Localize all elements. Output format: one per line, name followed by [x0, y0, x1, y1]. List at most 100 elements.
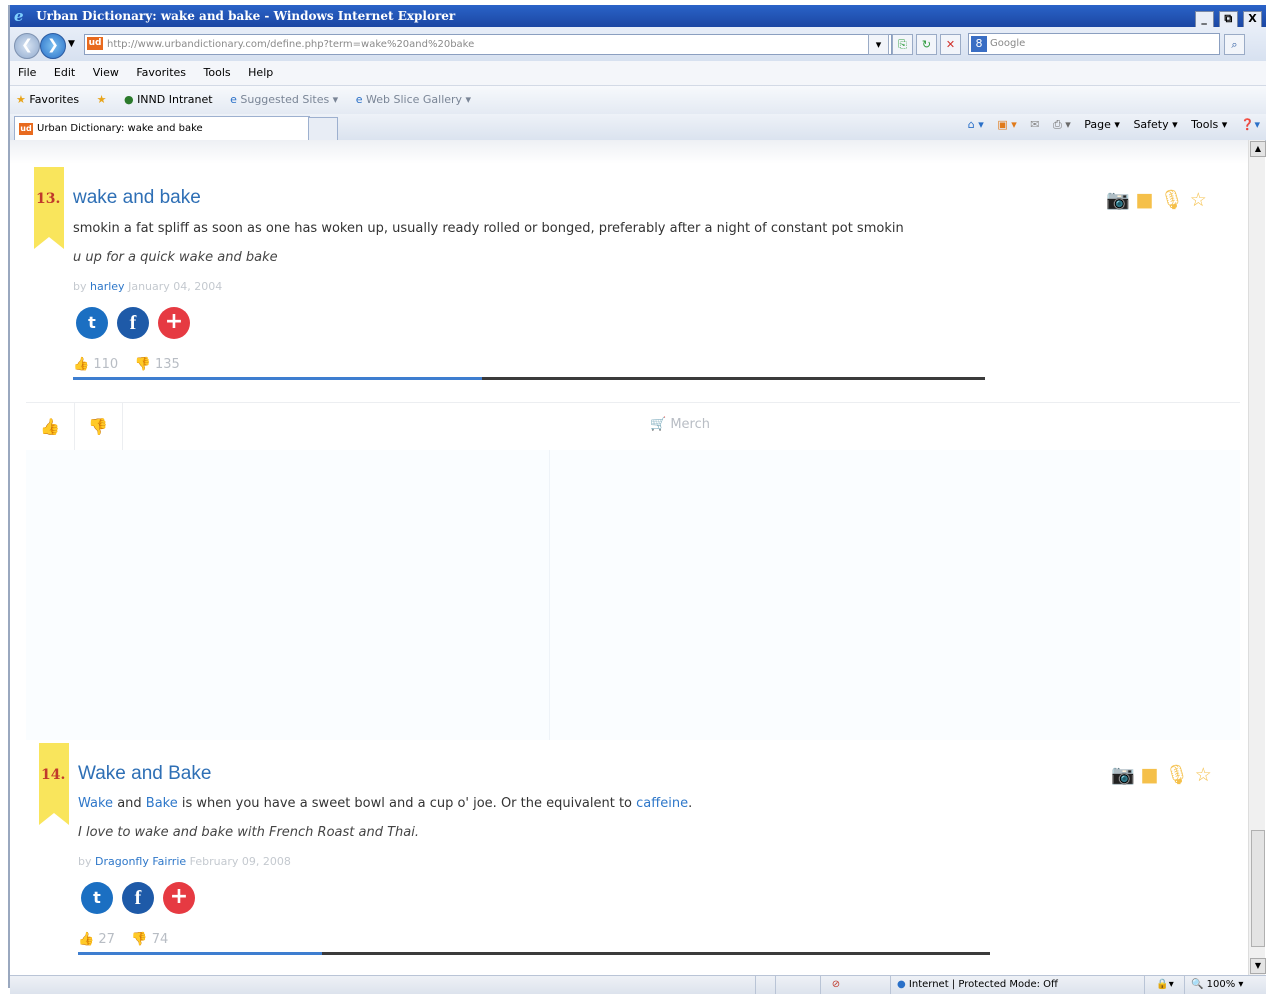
privacy-icon[interactable]: ⊘ [820, 976, 851, 994]
menu-favorites[interactable]: Favorites [136, 66, 186, 79]
menu-file[interactable]: File [18, 66, 36, 79]
definition-entry: 14. Wake and Bake 📷 ■ 🎙 ☆ Wake and Bake is … [10, 740, 1248, 975]
zoom-icon: 🔍 [1191, 979, 1204, 990]
url-field[interactable]: ud http://www.urbandictionary.com/define.… [84, 34, 892, 55]
media-icons: 📷 ■ 🎙 ☆ [1100, 188, 1207, 211]
tab-urban-dictionary[interactable]: ud Urban Dictionary: wake and bake [14, 116, 310, 141]
status-segment [775, 976, 796, 994]
thumbs-down-icon[interactable]: 👎 [131, 932, 147, 947]
thumbs-up-button[interactable]: 👍 [26, 403, 75, 451]
upvote-count: 110 [93, 357, 119, 372]
refresh-icon[interactable]: ↻ [916, 34, 937, 55]
menu-tools[interactable]: Tools [204, 66, 231, 79]
cart-icon: 🛒 [650, 417, 667, 432]
thumbs-up-icon[interactable]: 👍 [73, 357, 89, 372]
menu-view[interactable]: View [93, 66, 119, 79]
menu-edit[interactable]: Edit [54, 66, 75, 79]
more-share-icon[interactable]: + [163, 882, 195, 914]
word-link-caffeine[interactable]: caffeine [636, 796, 688, 811]
facebook-share-icon[interactable]: f [122, 882, 154, 914]
site-favicon: ud [87, 37, 103, 50]
forward-button[interactable]: ❯ [40, 33, 66, 59]
word-link-bake[interactable]: Bake [146, 796, 178, 811]
site-favicon: ud [19, 123, 33, 135]
scroll-up-icon[interactable]: ▲ [1250, 141, 1266, 157]
url-dropdown-icon[interactable]: ▾ [868, 34, 889, 55]
feeds-icon[interactable]: ▣ ▾ [997, 118, 1016, 131]
close-button[interactable]: X [1243, 11, 1262, 28]
menu-help[interactable]: Help [248, 66, 273, 79]
zoom-control[interactable]: 🔍 100% ▾ [1184, 976, 1261, 994]
contributor-line: by Dragonfly Fairrie February 09, 2008 [78, 855, 291, 868]
safety-menu[interactable]: Safety ▾ [1133, 118, 1177, 131]
history-dropdown-icon[interactable]: ▼ [68, 39, 75, 49]
search-icon[interactable]: ⌕ [1224, 34, 1245, 55]
url-text: http://www.urbandictionary.com/define.ph… [107, 39, 475, 50]
author-link[interactable]: harley [90, 280, 125, 293]
definition-meaning: smokin a fat spliff as soon as one has w… [73, 221, 904, 236]
fav-item-innd[interactable]: ● INND Intranet [124, 86, 213, 114]
camera-icon[interactable]: 📷 [1106, 189, 1130, 211]
status-segment [755, 976, 776, 994]
post-date: February 09, 2008 [189, 855, 291, 868]
twitter-share-icon[interactable]: t [76, 307, 108, 339]
ie-icon: e [355, 93, 363, 106]
thumbs-down-icon[interactable]: 👎 [135, 357, 151, 372]
globe-icon: ● [897, 979, 906, 990]
microphone-icon[interactable]: 🎙 [1160, 189, 1184, 211]
compat-view-icon[interactable]: ⎘ [892, 34, 913, 55]
print-icon[interactable]: ⎙ ▾ [1053, 118, 1071, 131]
add-favorite-icon[interactable]: ★ [97, 86, 107, 114]
vote-ratio-bar [78, 952, 990, 955]
mail-icon[interactable]: ✉ [1030, 118, 1039, 131]
star-outline-icon[interactable]: ☆ [1195, 764, 1212, 786]
fav-item-suggested-sites[interactable]: e Suggested Sites ▾ [230, 86, 338, 114]
search-provider-icon: 8 [971, 36, 987, 52]
downvote-count: 74 [151, 932, 169, 947]
search-placeholder: Google [990, 38, 1026, 49]
facebook-share-icon[interactable]: f [117, 307, 149, 339]
vote-ratio-fill [78, 952, 322, 955]
author-link[interactable]: Dragonfly Fairrie [95, 855, 186, 868]
menu-bar: File Edit View Favorites Tools Help [10, 61, 1266, 86]
back-button[interactable]: ❮ [14, 33, 40, 59]
thumbs-up-icon[interactable]: 👍 [78, 932, 94, 947]
definition-word[interactable]: Wake and Bake [78, 763, 211, 785]
twitter-share-icon[interactable]: t [81, 882, 113, 914]
restore-button[interactable]: ⧉ [1218, 11, 1238, 28]
word-link-wake[interactable]: Wake [78, 796, 113, 811]
star-outline-icon[interactable]: ☆ [1190, 189, 1207, 211]
vote-counts: 👍 110 👎 135 [73, 357, 180, 372]
ad-area [26, 450, 1240, 740]
scroll-down-icon[interactable]: ▼ [1250, 958, 1266, 974]
video-icon[interactable]: ■ [1136, 189, 1154, 211]
merch-link[interactable]: 🛒 Merch [650, 417, 710, 432]
ie-logo-icon: e [14, 7, 24, 25]
tab-strip: ud Urban Dictionary: wake and bake ⌂ ▾ ▣ … [10, 114, 1266, 141]
favorites-button[interactable]: ★ Favorites [16, 86, 79, 114]
microphone-icon[interactable]: 🎙 [1165, 764, 1189, 786]
star-icon: ★ [16, 93, 26, 106]
zone-settings-icon[interactable]: 🔒▾ [1144, 976, 1185, 994]
search-input[interactable]: 8 Google [968, 33, 1220, 55]
thumbs-down-button[interactable]: 👎 [74, 403, 123, 451]
more-share-icon[interactable]: + [158, 307, 190, 339]
page-menu[interactable]: Page ▾ [1084, 118, 1120, 131]
help-icon[interactable]: ❓▾ [1241, 118, 1260, 131]
scroll-thumb[interactable] [1251, 830, 1265, 947]
fav-item-web-slice[interactable]: e Web Slice Gallery ▾ [356, 86, 471, 114]
contributor-line: by harley January 04, 2004 [73, 280, 223, 293]
definition-word[interactable]: wake and bake [73, 187, 201, 209]
video-icon[interactable]: ■ [1141, 764, 1159, 786]
security-zone[interactable]: ● Internet | Protected Mode: Off [890, 976, 1157, 994]
vote-ratio-bar [73, 377, 985, 380]
vertical-scrollbar[interactable]: ▲ ▼ [1248, 140, 1266, 975]
new-tab-button[interactable] [308, 117, 338, 141]
ad-divider [549, 450, 550, 740]
tools-menu[interactable]: Tools ▾ [1191, 118, 1227, 131]
stop-icon[interactable]: ✕ [940, 34, 961, 55]
rank-number: 14. [41, 767, 66, 783]
minimize-button[interactable]: _ [1194, 11, 1214, 28]
camera-icon[interactable]: 📷 [1111, 764, 1135, 786]
home-icon[interactable]: ⌂ ▾ [968, 118, 984, 131]
